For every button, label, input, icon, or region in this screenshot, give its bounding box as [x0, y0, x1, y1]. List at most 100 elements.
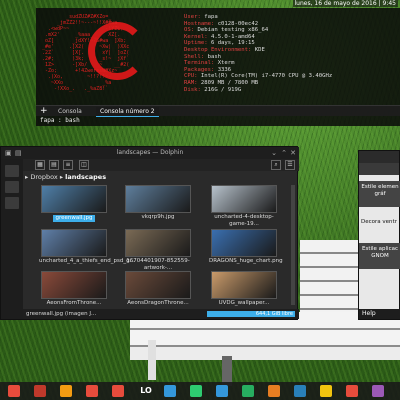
file-item[interactable]: AeonsDragonThrone...	[123, 271, 193, 307]
info-value: 3336	[217, 66, 232, 73]
download-icon[interactable]	[60, 385, 72, 397]
status-text: greenwall.jpg (imagen J...	[26, 311, 97, 317]
file-name: UVDG_wallpaper...	[218, 300, 270, 306]
folder-icon[interactable]	[164, 385, 176, 397]
breadcrumb[interactable]: ▸ Dropbox ▸ landscapes	[25, 172, 106, 182]
notes-icon[interactable]	[320, 385, 332, 397]
info-row: OS: Debian testing x86_64	[184, 27, 332, 34]
toolbar: ▦ ▤ ≡ ◫ ⌕ ☰	[23, 159, 299, 171]
breadcrumb-current[interactable]: landscapes	[65, 173, 106, 181]
file-name: AeonsDragonThrone...	[127, 300, 189, 306]
info-value: 6 days, 19:15	[210, 40, 255, 47]
compact-view-button[interactable]: ▤	[49, 160, 59, 170]
window-header	[359, 163, 399, 175]
file-item[interactable]: uncharted-4-desktop-game-19...	[209, 185, 279, 227]
icons-view-button[interactable]: ▦	[35, 160, 45, 170]
view-icon[interactable]: ▤	[15, 147, 22, 159]
search-button[interactable]: ⌕	[271, 160, 281, 170]
info-key: User:	[184, 14, 205, 20]
disk-free-text: 644,1 GiB libre	[255, 311, 293, 317]
file-name: greenwall.jpg	[53, 215, 95, 222]
disk-space-bar[interactable]: 644,1 GiB libre	[207, 311, 295, 317]
panel-clock[interactable]: lunes, 16 de mayo de 2016 | 9:45	[292, 0, 398, 7]
info-row: Desktop Environment: KDE	[184, 47, 332, 54]
info-row: User: fapa	[184, 14, 332, 21]
scrollbar[interactable]	[291, 185, 295, 305]
file-item[interactable]: DRAGONS_huge_chart.png	[209, 229, 283, 265]
file-thumbnail	[41, 185, 107, 213]
file-name: 16704401907-852559-artwork-...	[126, 258, 190, 271]
file-thumbnail	[125, 229, 191, 257]
info-value: Intel(R) Core(TM) i7-4770 CPU @ 3.40GHz	[200, 73, 333, 80]
file-thumbnail	[41, 229, 107, 257]
file-thumbnail	[211, 271, 277, 299]
ascii-line: -!XXo_. ._%aZ8!`	[42, 86, 109, 92]
widget-style-label: Estile elemen gráf	[361, 184, 399, 197]
file-item[interactable]: greenwall.jpg	[39, 185, 109, 222]
libreoffice-label[interactable]: LO	[138, 385, 154, 397]
music-icon[interactable]	[294, 385, 306, 397]
info-row: Kernel: 4.5.0-1-amd64	[184, 34, 332, 41]
file-thumbnail	[125, 185, 191, 213]
konsole-window[interactable]: _sudZUZ#Z#XZo=_ _jmZZ2!!~---~!!X##wa .<w…	[36, 8, 400, 126]
split-button[interactable]: ◫	[79, 160, 89, 170]
tab-consola-2[interactable]: Consola número 2	[96, 107, 159, 117]
file-item[interactable]: UVDG_wallpaper...	[209, 271, 279, 307]
info-row: Terminal: Xterm	[184, 60, 332, 67]
file-grid: greenwall.jpg vkqrp9h.jpg uncharted-4-desk…	[37, 185, 295, 313]
breadcrumb-root[interactable]: Dropbox	[30, 173, 57, 181]
file-thumbnail	[41, 271, 107, 299]
settings-window[interactable]: Estile elemen gráf Decora ventr Estile a…	[358, 150, 400, 320]
sidebar-item[interactable]	[5, 197, 19, 209]
file-name: vkqrp9h.jpg	[141, 214, 175, 220]
file-item[interactable]: vkqrp9h.jpg	[123, 185, 193, 221]
details-view-button[interactable]: ≡	[63, 160, 73, 170]
files-icon[interactable]	[8, 385, 20, 397]
tools-icon[interactable]	[242, 385, 254, 397]
window-titlebar[interactable]: ▣ ▤ landscapes — Dolphin ⌄ ⌃ ✕	[1, 147, 299, 159]
activity-icon[interactable]	[216, 385, 228, 397]
info-key: Packages:	[184, 66, 218, 73]
info-value: 4.5.0-1-amd64	[210, 33, 255, 40]
sidebar-item[interactable]	[5, 181, 19, 193]
window-decoration-item[interactable]: Decora ventr	[361, 219, 397, 226]
minimize-icon[interactable]: ⌄	[271, 147, 277, 159]
terminal-prompt[interactable]: fapa : bash	[40, 117, 80, 124]
file-thumbnail	[211, 229, 277, 257]
file-item[interactable]: uncharted_4_a_thiefs_end_psd_g...	[39, 229, 135, 265]
folder-icon: ▣	[5, 149, 12, 157]
arrow-icon[interactable]	[268, 385, 280, 397]
chrome-icon[interactable]	[346, 385, 358, 397]
widget-style-item[interactable]: Estile elemen gráf	[359, 181, 400, 207]
window-titlebar[interactable]	[359, 151, 399, 163]
taskbar: LO	[0, 382, 400, 400]
info-key: Hostname:	[184, 20, 218, 27]
other-icon[interactable]	[372, 385, 384, 397]
maximize-icon[interactable]: ⌃	[281, 147, 287, 159]
tab-consola[interactable]: Consola	[54, 107, 86, 117]
file-item[interactable]: 16704401907-852559-artwork-...	[123, 229, 193, 271]
file-name: uncharted_4_a_thiefs_end_psd_g...	[39, 258, 135, 264]
dolphin-window[interactable]: ▣ ▤ landscapes — Dolphin ⌄ ⌃ ✕ ▦ ▤ ≡ ◫ ⌕…	[0, 146, 299, 320]
new-tab-icon[interactable]: +	[40, 106, 48, 117]
file-thumbnail	[211, 185, 277, 213]
apps-icon[interactable]	[34, 385, 46, 397]
gnome-style-label: Estile aplicac GNOM	[361, 246, 399, 259]
info-row: Shell: bash	[184, 54, 332, 61]
info-key: Uptime:	[184, 40, 211, 47]
file-thumbnail	[125, 271, 191, 299]
image-icon[interactable]	[190, 385, 202, 397]
pdf-icon[interactable]	[112, 385, 124, 397]
help-button[interactable]: Help	[359, 309, 400, 319]
ascii-art: _sudZUZ#Z#XZo=_ _jmZZ2!!~---~!!X##wa .<w…	[42, 14, 182, 96]
close-icon[interactable]: ✕	[290, 147, 296, 159]
file-item[interactable]: AeonsFromThrone...	[39, 271, 109, 307]
info-key: Kernel:	[184, 33, 211, 40]
terminal-tabbar: + Consola Consola número 2	[36, 105, 400, 117]
list-icon[interactable]	[86, 385, 98, 397]
sidebar-item[interactable]	[5, 165, 19, 177]
info-row: RAM: 2809 MB / 7800 MB	[184, 80, 332, 87]
menu-button[interactable]: ☰	[285, 160, 295, 170]
info-value: Xterm	[217, 60, 235, 67]
gnome-style-item[interactable]: Estile aplicac GNOM	[359, 243, 400, 269]
